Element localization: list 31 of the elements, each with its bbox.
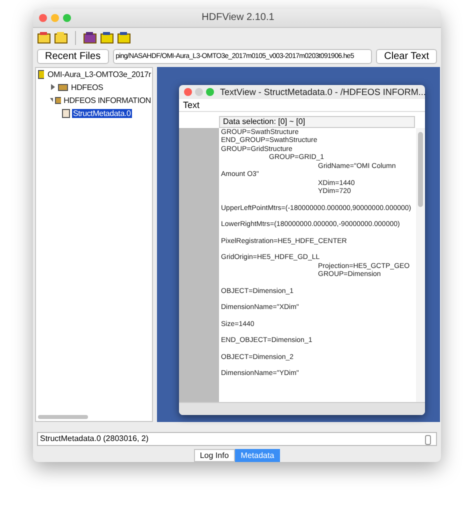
text-menu[interactable]: Text — [183, 100, 200, 110]
expanded-arrow-icon[interactable] — [50, 97, 54, 104]
document-icon — [62, 108, 70, 118]
file-icon — [38, 70, 44, 79]
scrollbar-thumb[interactable] — [425, 435, 431, 445]
window-title: HDFView 2.10.1 — [200, 12, 276, 24]
box-icon[interactable] — [117, 31, 131, 44]
info-text: StructMetadata.0 (2803016, 2) — [40, 433, 149, 445]
data-selection-label: Data selection: [0] ~ [0] — [219, 116, 415, 128]
zoom-button[interactable] — [206, 88, 214, 96]
tree-item[interactable]: StructMetadata.0 — [72, 108, 132, 118]
open-folder-icon[interactable] — [37, 31, 51, 44]
close-button[interactable] — [39, 14, 47, 22]
box-icon[interactable] — [100, 31, 114, 44]
tree-item[interactable]: HDFEOS — [70, 82, 104, 92]
collapsed-arrow-icon[interactable] — [50, 84, 56, 90]
scrollbar-thumb[interactable] — [418, 132, 423, 207]
recent-files-button[interactable]: Recent Files — [37, 48, 109, 64]
zoom-button[interactable] — [63, 14, 71, 22]
clear-text-button[interactable]: Clear Text — [376, 48, 437, 64]
tree-item[interactable]: OMI-Aura_L3-OMTO3e_2017r — [46, 70, 152, 79]
folder-icon[interactable] — [54, 31, 68, 44]
scrollbar-thumb[interactable] — [38, 415, 88, 419]
book-icon[interactable] — [83, 31, 97, 44]
horizontal-scrollbar[interactable] — [179, 402, 425, 415]
tab[interactable]: Log Info — [194, 449, 235, 462]
close-button[interactable] — [184, 88, 192, 96]
tree-item[interactable]: HDFEOS INFORMATION — [62, 96, 152, 105]
minimize-button[interactable] — [195, 88, 203, 96]
window-title: TextView - StructMetadata.0 - /HDFEOS INFORM... — [220, 86, 425, 97]
minimize-button[interactable] — [51, 14, 59, 22]
